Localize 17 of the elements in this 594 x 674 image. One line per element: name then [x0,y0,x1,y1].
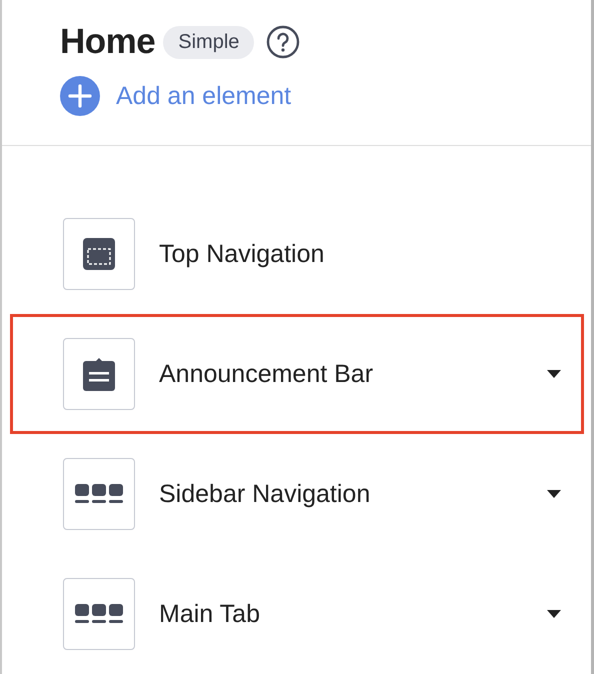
caret-icon[interactable] [547,370,561,378]
mode-badge: Simple [163,26,254,58]
caret-icon[interactable] [547,490,561,498]
element-label[interactable]: Announcement Bar [159,360,547,388]
help-icon[interactable] [266,25,300,59]
clipboard-icon [83,357,115,391]
window-icon [83,238,115,270]
element-label[interactable]: Top Navigation [159,240,561,268]
element-label[interactable]: Sidebar Navigation [159,480,547,508]
tabs-icon [75,484,123,504]
plus-icon [60,76,100,116]
tabs-icon [75,604,123,624]
caret-icon[interactable] [547,610,561,618]
page-title: Home [60,22,156,62]
element-label[interactable]: Main Tab [159,600,547,628]
add-element-link[interactable]: Add an element [60,76,292,116]
element-row-highlighted[interactable]: Announcement Bar [10,314,584,434]
